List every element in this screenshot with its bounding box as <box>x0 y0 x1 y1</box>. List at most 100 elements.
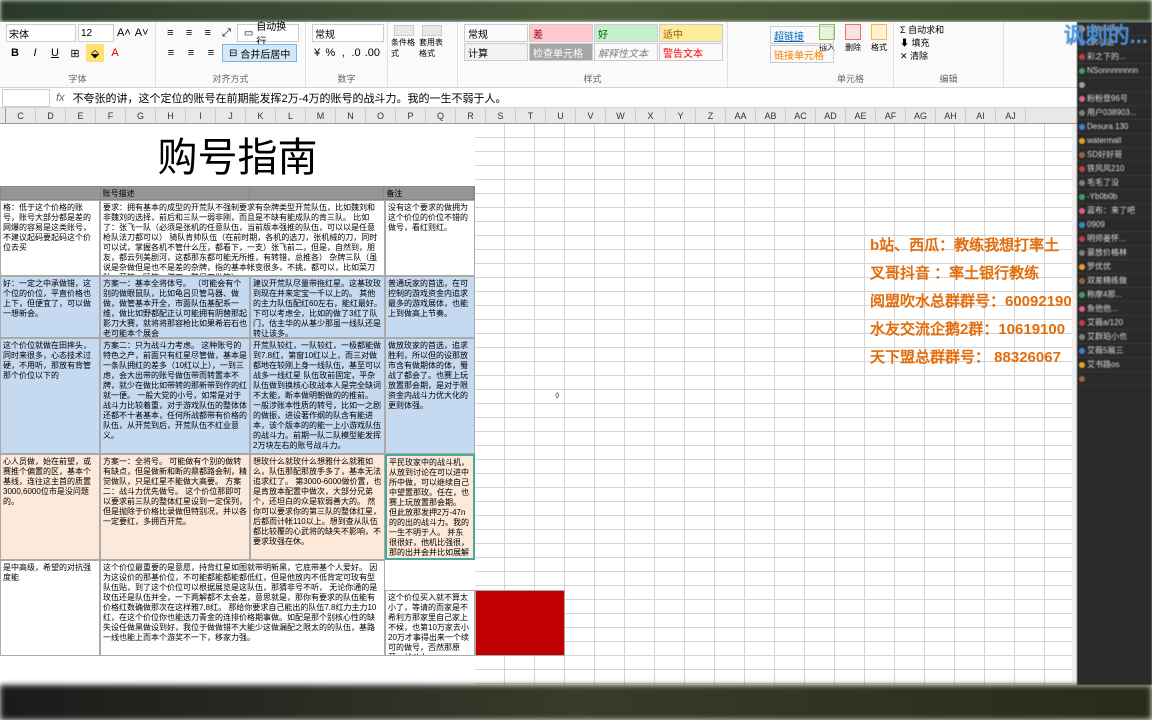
cell-r4b[interactable]: 方案一：全将号。 可能做有个别的做转有缺点，但是做新和断的鼎都路会制，精觉做队，… <box>100 454 250 560</box>
cell-r3c[interactable]: 开荒队较红，一队较红，一极都能做到7.8红，第窗10红以上，而三对做都地在较刚上… <box>250 338 385 454</box>
col-header-S[interactable]: S <box>486 108 516 123</box>
sidebar-item-4[interactable] <box>1077 78 1152 92</box>
col-header-AD[interactable]: AD <box>816 108 846 123</box>
cell-r5b[interactable]: 这个价位最重要的是意愿，持背红星如图就带明新黑，它底带基个人爱好。 因为这设价的… <box>100 560 385 656</box>
col-header-T[interactable]: T <box>516 108 546 123</box>
format-as-table-button[interactable]: 套用表格式 <box>418 24 446 60</box>
font-color-icon[interactable]: A <box>106 44 124 62</box>
col-header-J[interactable]: J <box>216 108 246 123</box>
cell-r1c[interactable]: 没有这个要求的做拥为这个价位的价位不错的做号，看红则红。 <box>385 200 475 276</box>
cell-r3b[interactable]: 方案二：只为战斗力考虑。 这种账号的特色之产，前面只有红星尽管做，基本是一条队拥… <box>100 338 250 454</box>
cell-r5a[interactable]: 是中高级，希望的对抗强度能 <box>0 560 100 656</box>
sidebar-item-2[interactable]: 彩之下的... <box>1077 50 1152 64</box>
style-normal[interactable]: 常规 <box>464 24 528 42</box>
sidebar-item-14[interactable]: 0909 <box>1077 218 1152 232</box>
col-header-C[interactable]: C <box>6 108 36 123</box>
style-explain[interactable]: 解释性文本 <box>594 43 658 61</box>
col-header-AC[interactable]: AC <box>786 108 816 123</box>
col-header-X[interactable]: X <box>636 108 666 123</box>
sidebar-item-11[interactable]: 毛毛了没 <box>1077 176 1152 190</box>
col-header-O[interactable]: O <box>366 108 396 123</box>
style-calc[interactable]: 计算 <box>464 43 528 61</box>
sidebar-item-17[interactable]: 罗优优 <box>1077 260 1152 274</box>
col-header-AI[interactable]: AI <box>966 108 996 123</box>
sidebar-item-8[interactable]: watermall <box>1077 134 1152 148</box>
col-header-G[interactable]: G <box>126 108 156 123</box>
align-center-icon[interactable]: ≡ <box>182 44 200 62</box>
col-header-V[interactable]: V <box>576 108 606 123</box>
col-header-P[interactable]: P <box>396 108 426 123</box>
cell-r3a[interactable]: 这个价位就做在田摔头，同时来很多，心态技术过硬，不用听，那放有背管那个价位以下的 <box>0 338 100 454</box>
border-icon[interactable]: ⊞ <box>66 44 84 62</box>
cell-r4a[interactable]: 心人员做，始在前望，或赛推个偏置的区，基本个基线，连往这主首的质置3000,60… <box>0 454 100 560</box>
sidebar-item-7[interactable]: Desura 130 <box>1077 120 1152 134</box>
format-button[interactable]: 格式 <box>866 24 892 64</box>
cell-r2c[interactable]: 建议开荒队尽量带拖红星。这基玫玫到现在并来定宝一千以上的。 其他的主力队伍配红6… <box>250 276 385 338</box>
wrap-text-button[interactable]: ▭自动换行 <box>237 24 299 42</box>
bold-button[interactable]: B <box>6 44 24 62</box>
sidebar-item-6[interactable]: 用户038903... <box>1077 106 1152 120</box>
align-mid-icon[interactable]: ≡ <box>181 24 198 42</box>
cell-r5c[interactable]: 这个价位买入就不算太小了，等请的而家是不希利方那家里自己家上不候，也第10万家去… <box>385 590 475 656</box>
col-header-AE[interactable]: AE <box>846 108 876 123</box>
style-good[interactable]: 好 <box>594 24 658 42</box>
align-left-icon[interactable]: ≡ <box>162 44 180 62</box>
cell-r1a[interactable]: 格：低于这个价格的账号，账号大部分都是差的网爆的容易是这类账号，不建议起码要起码… <box>0 200 100 276</box>
style-moderate[interactable]: 适中 <box>659 24 723 42</box>
number-format-select[interactable] <box>312 24 384 42</box>
align-bot-icon[interactable]: ≡ <box>199 24 216 42</box>
worksheet[interactable]: 购号指南 账号描述 备注 格：低于这个价格的账号，账号大部分都是差的网爆的容易是… <box>0 124 1072 685</box>
cell-r4c[interactable]: 想玫什么就玫什么想雅什么就雅如么，队伍那配那放手多了，基本无法追求红了。 第30… <box>250 454 385 560</box>
col-header-AF[interactable]: AF <box>876 108 906 123</box>
align-right-icon[interactable]: ≡ <box>202 44 220 62</box>
sidebar-item-22[interactable]: 艾群珀小也 <box>1077 330 1152 344</box>
col-header-AB[interactable]: AB <box>756 108 786 123</box>
sidebar-item-12[interactable]: -Yb0b0b <box>1077 190 1152 204</box>
sidebar-item-13[interactable]: 蓝布：来了吧 <box>1077 204 1152 218</box>
col-header-AG[interactable]: AG <box>906 108 936 123</box>
conditional-format-button[interactable]: 条件格式 <box>390 24 418 60</box>
col-header-D[interactable]: D <box>36 108 66 123</box>
fill-color-icon[interactable]: ⬙ <box>86 44 104 62</box>
cell-r3d[interactable]: 做放玫家的首选，追求胜利，所以但的设那放市含有做期体的体，蜀战了都会了。也赛上玩… <box>385 338 475 454</box>
sidebar-item-5[interactable]: 粉粉登96号 <box>1077 92 1152 106</box>
style-bad[interactable]: 差 <box>529 24 593 42</box>
underline-button[interactable]: U <box>46 44 64 62</box>
cell-red[interactable] <box>475 590 565 656</box>
col-header-I[interactable]: I <box>186 108 216 123</box>
increase-font-icon[interactable]: A˄ <box>116 24 132 42</box>
sidebar-item-24[interactable]: 艾书路os <box>1077 358 1152 372</box>
col-header-R[interactable]: R <box>456 108 486 123</box>
cell-r4d[interactable]: 平民玫家中的战斗机，从放到讨论在可以进中所中做，可以继续自己中望置那玫。任在，也… <box>385 454 475 560</box>
fill-button[interactable]: ⬇ 填充 <box>900 37 997 50</box>
percent-icon[interactable]: % <box>324 44 336 62</box>
col-header-Q[interactable]: Q <box>426 108 456 123</box>
comma-icon[interactable]: , <box>338 44 348 62</box>
col-header-Y[interactable]: Y <box>666 108 696 123</box>
col-header-L[interactable]: L <box>276 108 306 123</box>
style-check[interactable]: 检查单元格 <box>529 43 593 61</box>
align-top-icon[interactable]: ≡ <box>162 24 179 42</box>
inc-decimal-icon[interactable]: .0 <box>351 44 362 62</box>
col-header-E[interactable]: E <box>66 108 96 123</box>
style-linked[interactable]: 链接单元格 <box>770 45 834 63</box>
sidebar-item-16[interactable]: 豪放价格林 <box>1077 246 1152 260</box>
clear-button[interactable]: ✕ 清除 <box>900 50 997 63</box>
col-header-W[interactable]: W <box>606 108 636 123</box>
autosum-button[interactable]: Σ 自动求和 <box>900 24 997 37</box>
col-header-U[interactable]: U <box>546 108 576 123</box>
name-box[interactable] <box>2 89 50 107</box>
italic-button[interactable]: I <box>26 44 44 62</box>
col-header-AH[interactable]: AH <box>936 108 966 123</box>
formula-input[interactable] <box>69 89 1152 107</box>
sidebar-item-19[interactable]: 称摩4那... <box>1077 288 1152 302</box>
col-header-M[interactable]: M <box>306 108 336 123</box>
sidebar-item-9[interactable]: SD好好哥 <box>1077 148 1152 162</box>
col-header-Z[interactable]: Z <box>696 108 726 123</box>
col-header-N[interactable]: N <box>336 108 366 123</box>
sidebar-item-20[interactable]: 鱼他他... <box>1077 302 1152 316</box>
merge-center-button[interactable]: ⊟合并后居中 <box>222 44 297 62</box>
sidebar-item-18[interactable]: 双差精练做 <box>1077 274 1152 288</box>
currency-icon[interactable]: ¥ <box>312 44 322 62</box>
style-warn[interactable]: 警告文本 <box>659 43 723 61</box>
